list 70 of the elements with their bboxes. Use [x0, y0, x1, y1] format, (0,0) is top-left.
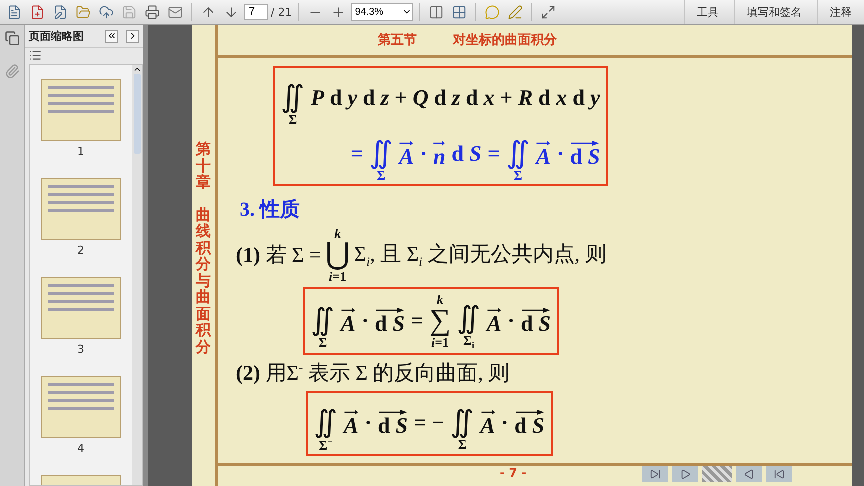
play-button[interactable] [672, 466, 698, 482]
triangle-left-icon [744, 468, 754, 480]
math-text: · [501, 410, 509, 436]
page-thumbnail[interactable] [41, 376, 121, 438]
lower-limit: Σ [458, 438, 467, 452]
panel-tab[interactable]: 注释 [817, 0, 864, 24]
math-text: · [556, 141, 564, 167]
double-chevron-left-icon [106, 31, 116, 41]
chapter-title: 第十章 [196, 141, 211, 190]
panel-tab[interactable]: 工具 [684, 0, 731, 24]
zoom-dropdown[interactable]: 94.3% [351, 3, 414, 21]
section-heading: 3. 性质 [240, 198, 301, 223]
math-text: = [350, 141, 364, 167]
math-text: · [508, 308, 515, 334]
operator-symbol: ⋃ [325, 240, 350, 270]
panel-title: 页面缩略图 [29, 28, 85, 44]
previous-slide-button[interactable] [736, 466, 762, 482]
math-text: (2) 用Σ$^{-}$ 表示 Σ 的反向曲面, 则 [236, 360, 510, 387]
lower-limit: Σ [514, 169, 522, 182]
first-slide-button[interactable] [766, 466, 792, 482]
lower-limit: i=1 [329, 270, 347, 283]
operator-symbol: ∑ [430, 306, 451, 336]
math-text: (1) 若 Σ = [236, 242, 322, 269]
lower-limit: Σ$^{−}$ [319, 438, 333, 452]
section-number: 第五节 [378, 32, 417, 49]
panel-tab[interactable]: 填写和签名 [734, 0, 814, 24]
page-thumbnail[interactable] [41, 277, 121, 339]
page-label: 4 [78, 442, 84, 455]
page-thumbnail[interactable] [41, 79, 121, 141]
page-thumbnail[interactable] [41, 178, 121, 240]
last-slide-button[interactable] [642, 466, 668, 482]
page-total: / 21 [271, 6, 292, 18]
math-text: = [488, 141, 500, 167]
page-label: 2 [78, 244, 84, 257]
page-number: - 7 - [500, 466, 527, 480]
math-text: · [364, 410, 372, 436]
lower-limit: Σ [318, 336, 328, 349]
operator-symbol: ∬ [314, 408, 338, 438]
skip-back-icon [774, 468, 784, 480]
play-icon [680, 468, 690, 480]
page-number-field[interactable]: 7 [244, 4, 268, 20]
page-label: 3 [78, 343, 84, 356]
skip-forward-icon [650, 468, 660, 480]
operator-symbol: ∬ [456, 304, 481, 334]
math-text: P d y d z + Q d z d x + R d x d y [311, 85, 600, 111]
lower-limit: i=1 [432, 336, 450, 349]
math-text: = − [414, 410, 445, 436]
operator-symbol: ∬ [281, 83, 305, 113]
texture-thumbnail [702, 466, 732, 482]
operator-symbol: ∬ [369, 139, 394, 169]
math-text: Σ$_{i}$, 且 Σ$_{i}$ 之间无公共内点, 则 [354, 240, 606, 270]
scrollbar[interactable] [132, 65, 142, 485]
operator-symbol: ∬ [506, 139, 530, 169]
lower-limit: Σ [288, 113, 298, 126]
collapse-button[interactable] [105, 30, 118, 42]
page-label: 1 [78, 145, 84, 158]
lower-limit: Σ$_{i}$ [463, 334, 474, 351]
math-text: · [362, 308, 370, 334]
scroll-up-icon[interactable] [132, 65, 142, 74]
lower-limit: Σ [377, 169, 386, 182]
upper-limit: k [334, 227, 342, 240]
section-title: 对坐标的曲面积分 [453, 32, 557, 49]
operator-symbol: ∬ [450, 408, 475, 438]
math-text: d S [452, 141, 482, 167]
math-text: = [411, 308, 424, 334]
math-text: · [420, 141, 428, 167]
upper-limit: k [437, 292, 444, 306]
next-button[interactable] [126, 30, 139, 42]
chapter-title: 曲线积分与曲面积分 [196, 206, 211, 355]
operator-symbol: ∬ [311, 306, 335, 336]
